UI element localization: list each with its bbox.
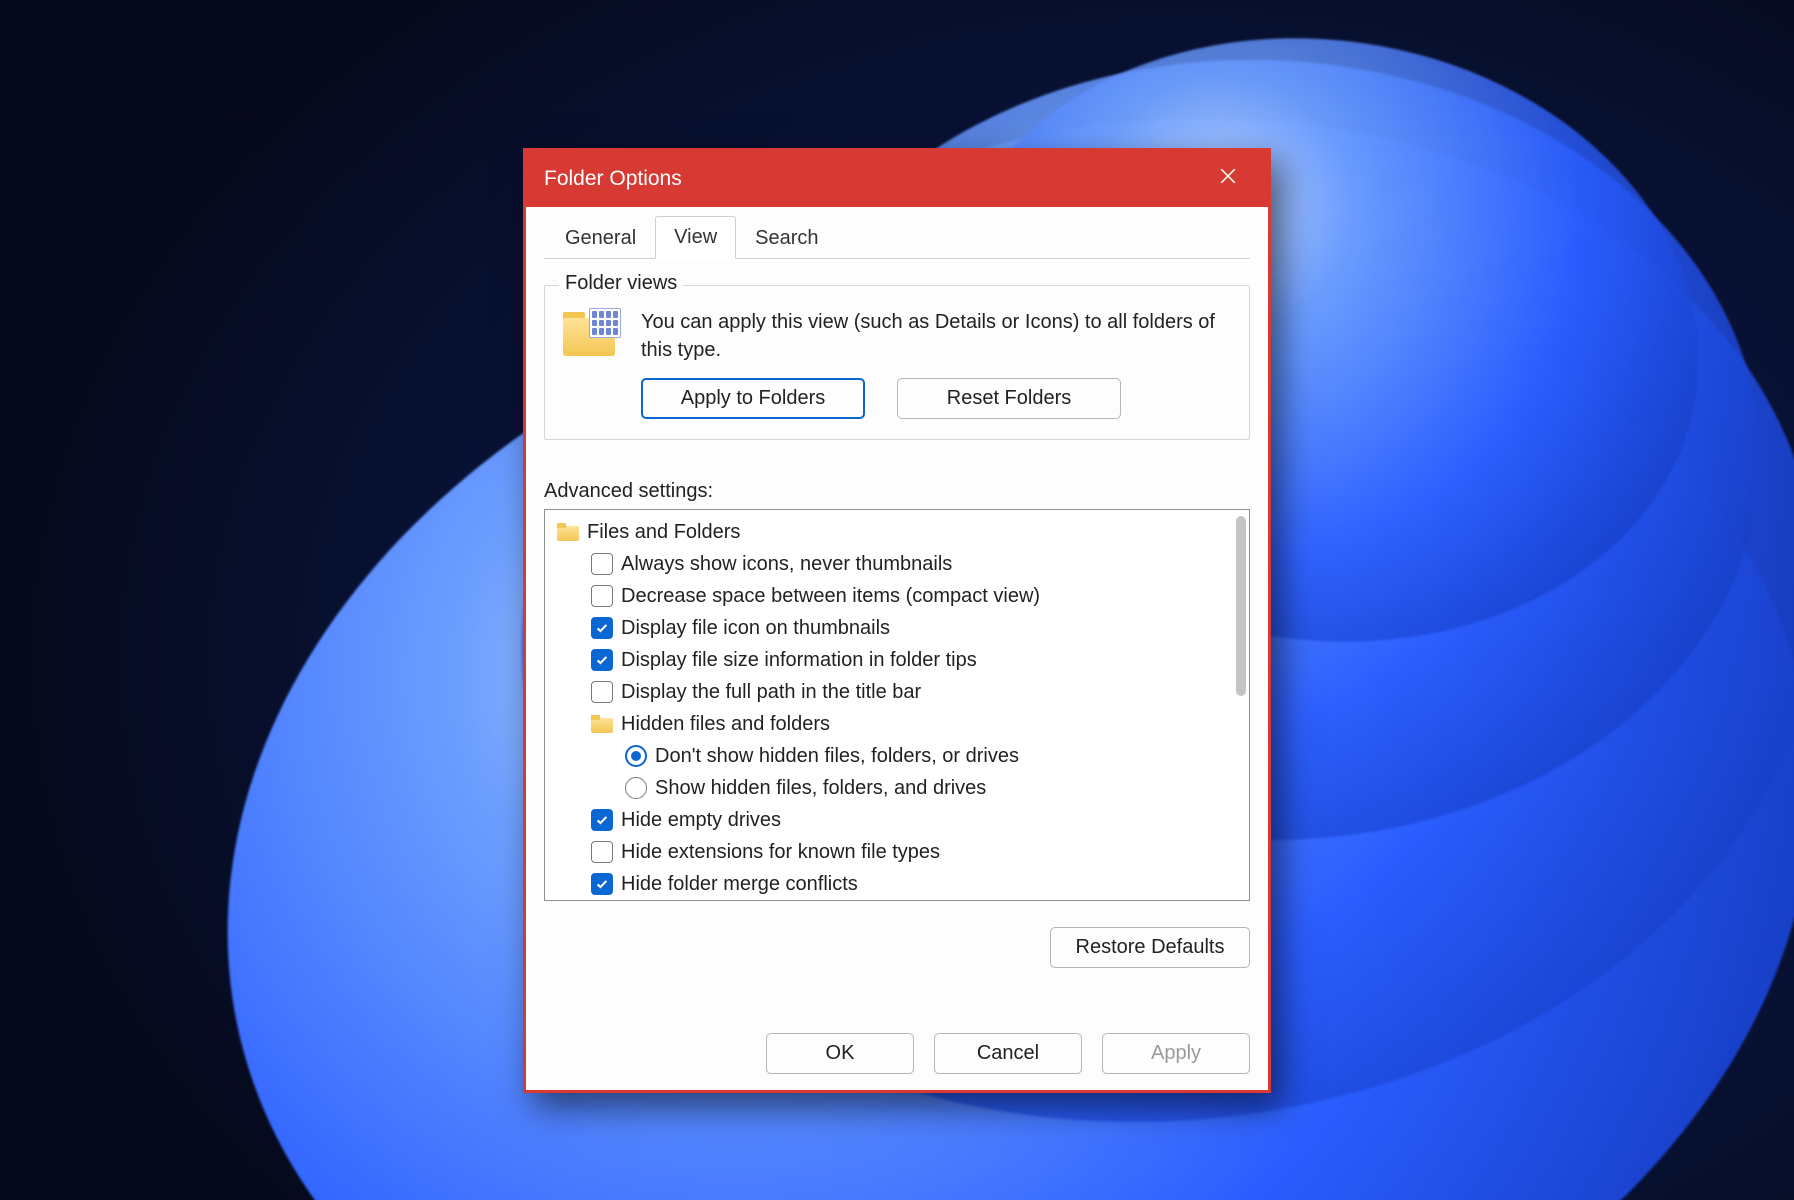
- setting-label: Hide extensions for known file types: [621, 841, 940, 864]
- checkbox-icon[interactable]: [591, 809, 613, 831]
- setting-label: Always show icons, never thumbnails: [621, 553, 952, 576]
- tree-group-hidden-files[interactable]: Hidden files and folders: [553, 708, 1243, 740]
- apply-button[interactable]: Apply: [1102, 1033, 1250, 1074]
- checkbox-icon[interactable]: [591, 553, 613, 575]
- window-title: Folder Options: [544, 167, 1198, 191]
- scrollbar-thumb[interactable]: [1236, 516, 1246, 696]
- advanced-settings-label: Advanced settings:: [544, 480, 1250, 503]
- dialog-button-row: OK Cancel Apply: [526, 1019, 1268, 1090]
- folder-icon: [557, 523, 579, 541]
- tab-view[interactable]: View: [655, 216, 736, 259]
- setting-label: Display file size information in folder …: [621, 649, 977, 672]
- tree-group-label: Hidden files and folders: [621, 713, 830, 736]
- checkbox-icon[interactable]: [591, 841, 613, 863]
- setting-hide-merge-conflicts[interactable]: Hide folder merge conflicts: [553, 868, 1243, 900]
- checkbox-icon[interactable]: [591, 681, 613, 703]
- folder-views-description: You can apply this view (such as Details…: [641, 308, 1231, 364]
- checkbox-icon[interactable]: [591, 617, 613, 639]
- cancel-button[interactable]: Cancel: [934, 1033, 1082, 1074]
- folder-views-group: Folder views You can apply this view (su…: [544, 285, 1250, 440]
- tab-strip: General View Search: [544, 217, 1250, 259]
- reset-folders-button[interactable]: Reset Folders: [897, 378, 1121, 419]
- setting-hide-extensions[interactable]: Hide extensions for known file types: [553, 836, 1243, 868]
- checkbox-icon[interactable]: [591, 585, 613, 607]
- titlebar[interactable]: Folder Options: [526, 151, 1268, 207]
- close-icon: [1219, 167, 1237, 191]
- setting-full-path-titlebar[interactable]: Display the full path in the title bar: [553, 676, 1243, 708]
- desktop-background: Folder Options General View Search Folde…: [0, 0, 1794, 1200]
- restore-defaults-button[interactable]: Restore Defaults: [1050, 927, 1250, 968]
- setting-label: Display file icon on thumbnails: [621, 617, 890, 640]
- tree-root-files-and-folders[interactable]: Files and Folders: [553, 516, 1243, 548]
- setting-hide-empty-drives[interactable]: Hide empty drives: [553, 804, 1243, 836]
- ok-button[interactable]: OK: [766, 1033, 914, 1074]
- tab-search[interactable]: Search: [736, 217, 837, 259]
- apply-to-folders-button[interactable]: Apply to Folders: [641, 378, 865, 419]
- folder-options-dialog: Folder Options General View Search Folde…: [523, 148, 1271, 1093]
- advanced-settings-list[interactable]: Files and Folders Always show icons, nev…: [544, 509, 1250, 901]
- setting-label: Hide folder merge conflicts: [621, 873, 858, 896]
- setting-compact-view[interactable]: Decrease space between items (compact vi…: [553, 580, 1243, 612]
- setting-file-size-tips[interactable]: Display file size information in folder …: [553, 644, 1243, 676]
- checkbox-icon[interactable]: [591, 649, 613, 671]
- setting-label: Display the full path in the title bar: [621, 681, 921, 704]
- radio-dont-show-hidden[interactable]: Don't show hidden files, folders, or dri…: [553, 740, 1243, 772]
- close-button[interactable]: [1198, 151, 1258, 207]
- checkbox-icon[interactable]: [591, 873, 613, 895]
- tree-root-label: Files and Folders: [587, 521, 740, 544]
- radio-icon[interactable]: [625, 745, 647, 767]
- radio-icon[interactable]: [625, 777, 647, 799]
- folder-icon: [591, 715, 613, 733]
- tab-general[interactable]: General: [546, 217, 655, 259]
- radio-label: Don't show hidden files, folders, or dri…: [655, 745, 1019, 768]
- setting-always-show-icons[interactable]: Always show icons, never thumbnails: [553, 548, 1243, 580]
- radio-show-hidden[interactable]: Show hidden files, folders, and drives: [553, 772, 1243, 804]
- radio-label: Show hidden files, folders, and drives: [655, 777, 986, 800]
- setting-file-icon-thumbnails[interactable]: Display file icon on thumbnails: [553, 612, 1243, 644]
- setting-label: Hide empty drives: [621, 809, 781, 832]
- setting-label: Decrease space between items (compact vi…: [621, 585, 1040, 608]
- folder-grid-icon: [563, 308, 621, 360]
- folder-views-legend: Folder views: [559, 272, 683, 295]
